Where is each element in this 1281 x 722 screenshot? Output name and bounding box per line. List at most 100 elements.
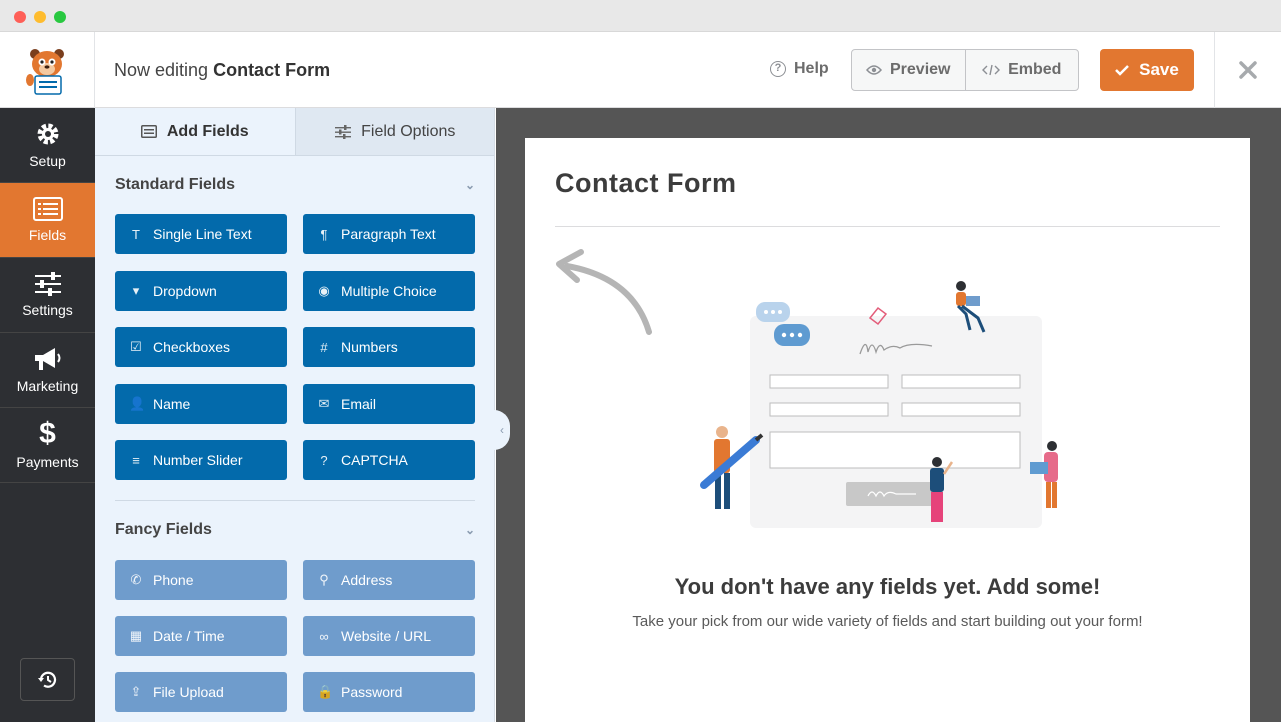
field-button-address[interactable]: ⚲ Address [303, 560, 475, 600]
sliders-icon [34, 272, 61, 296]
preview-button[interactable]: Preview [852, 50, 966, 90]
form-preview-card: Contact Form You don't have any fields y… [525, 138, 1250, 722]
sidebar-item-label: Settings [22, 302, 73, 318]
eye-icon [866, 65, 882, 75]
help-icon: ? [770, 61, 786, 77]
form-title-divider [555, 226, 1220, 227]
close-window-button[interactable] [14, 11, 26, 23]
minimize-window-button[interactable] [34, 11, 46, 23]
section-divider [115, 500, 475, 501]
curved-arrow-icon [556, 249, 652, 335]
field-button-paragraph-text[interactable]: ¶ Paragraph Text [303, 214, 475, 254]
field-button-file-upload[interactable]: ⇪ File Upload [115, 672, 287, 712]
field-button-multiple-choice[interactable]: ◉ Multiple Choice [303, 271, 475, 311]
field-button-single-line-text[interactable]: T Single Line Text [115, 214, 287, 254]
field-label: File Upload [153, 684, 224, 700]
field-button-numbers[interactable]: # Numbers [303, 327, 475, 367]
panel-tabs: Add Fields Field Options [95, 108, 494, 156]
sidebar-item-label: Fields [28, 227, 67, 243]
title-prefix: Now editing [114, 60, 209, 80]
field-label: Address [341, 572, 393, 588]
save-label: Save [1139, 60, 1179, 79]
fields-panel: Add Fields Field Options Standard Fields… [95, 108, 495, 722]
slider-icon: ≡ [132, 452, 140, 468]
map-pin-icon: ⚲ [319, 572, 329, 587]
field-label: Multiple Choice [341, 283, 437, 299]
close-icon [1239, 61, 1257, 79]
field-label: Paragraph Text [341, 226, 436, 242]
field-label: Website / URL [341, 628, 431, 644]
standard-fields-header[interactable]: Standard Fields ⌄ [115, 176, 475, 194]
save-button[interactable]: Save [1100, 49, 1194, 91]
tab-label: Field Options [361, 122, 456, 140]
field-button-email[interactable]: ✉ Email [303, 384, 475, 424]
embed-label: Embed [1008, 61, 1062, 78]
text-icon: T [132, 226, 140, 242]
user-icon: 👤 [129, 396, 146, 411]
field-label: Name [153, 396, 191, 412]
field-label: Numbers [341, 339, 398, 355]
field-label: Password [341, 684, 403, 700]
field-button-date-time[interactable]: ▦ Date / Time [115, 616, 287, 656]
question-icon: ? [320, 452, 328, 468]
field-label: Checkboxes [153, 339, 231, 355]
field-button-name[interactable]: 👤 Name [115, 384, 287, 424]
field-button-number-slider[interactable]: ≡ Number Slider [115, 440, 287, 480]
chevron-down-icon: ⌄ [464, 178, 475, 192]
field-button-password[interactable]: 🔒 Password [303, 672, 475, 712]
form-title[interactable]: Contact Form [555, 168, 737, 199]
sidebar-item-label: Setup [29, 153, 66, 169]
page-title: Now editing Contact Form [114, 60, 330, 81]
code-icon [982, 64, 1001, 76]
field-label: Single Line Text [153, 226, 252, 242]
chevron-left-icon: ‹ [500, 423, 504, 437]
sidebar-item-settings[interactable]: Settings [0, 258, 95, 333]
section-title: Standard Fields [115, 176, 236, 193]
sidebar-item-fields[interactable]: Fields [0, 183, 95, 258]
field-label: Date / Time [153, 628, 225, 644]
preview-label: Preview [890, 61, 951, 78]
tab-add-fields[interactable]: Add Fields [95, 108, 296, 155]
check-icon [1115, 65, 1130, 76]
sliders-icon [335, 124, 352, 139]
field-label: Dropdown [153, 283, 217, 299]
field-button-website-url[interactable]: ∞ Website / URL [303, 616, 475, 656]
builder-sidebar: Setup Fields Settings Marketing $ Paymen… [0, 108, 95, 722]
calendar-icon: ▦ [129, 628, 143, 643]
preview-embed-group: Preview Embed [851, 49, 1079, 91]
sidebar-item-label: Marketing [16, 378, 79, 394]
megaphone-icon [34, 348, 60, 370]
exit-builder-button[interactable] [1214, 32, 1281, 108]
bear-logo-icon [26, 49, 64, 95]
field-label: Email [341, 396, 377, 412]
empty-form-illustration [700, 281, 1058, 528]
gear-icon [37, 123, 58, 145]
field-button-checkboxes[interactable]: ☑ Checkboxes [115, 327, 287, 367]
history-icon [37, 671, 56, 688]
envelope-icon: ✉ [318, 396, 330, 411]
help-button[interactable]: ? Help [770, 60, 829, 78]
field-button-captcha[interactable]: ? CAPTCHA [303, 440, 475, 480]
link-icon: ∞ [319, 628, 329, 644]
field-button-phone[interactable]: ✆ Phone [115, 560, 287, 600]
zoom-window-button[interactable] [54, 11, 66, 23]
sidebar-item-payments[interactable]: $ Payments [0, 408, 95, 483]
list-icon [140, 125, 157, 138]
revisions-button[interactable] [20, 658, 75, 701]
field-button-dropdown[interactable]: ▾ Dropdown [115, 271, 287, 311]
fancy-fields-header[interactable]: Fancy Fields ⌄ [115, 521, 475, 539]
section-title: Fancy Fields [115, 521, 212, 538]
sidebar-item-setup[interactable]: Setup [0, 108, 95, 183]
embed-button[interactable]: Embed [966, 50, 1079, 90]
wpforms-logo[interactable] [0, 32, 95, 108]
checkbox-icon: ☑ [130, 339, 142, 354]
paragraph-icon: ¶ [320, 226, 328, 242]
field-label: Number Slider [153, 452, 243, 468]
tab-field-options[interactable]: Field Options [295, 108, 494, 155]
dropdown-icon: ▾ [132, 283, 140, 298]
hash-icon: # [320, 339, 328, 355]
sidebar-item-label: Payments [16, 454, 79, 470]
sidebar-item-marketing[interactable]: Marketing [0, 333, 95, 408]
dollar-icon: $ [39, 417, 56, 450]
tab-label: Add Fields [166, 122, 249, 140]
